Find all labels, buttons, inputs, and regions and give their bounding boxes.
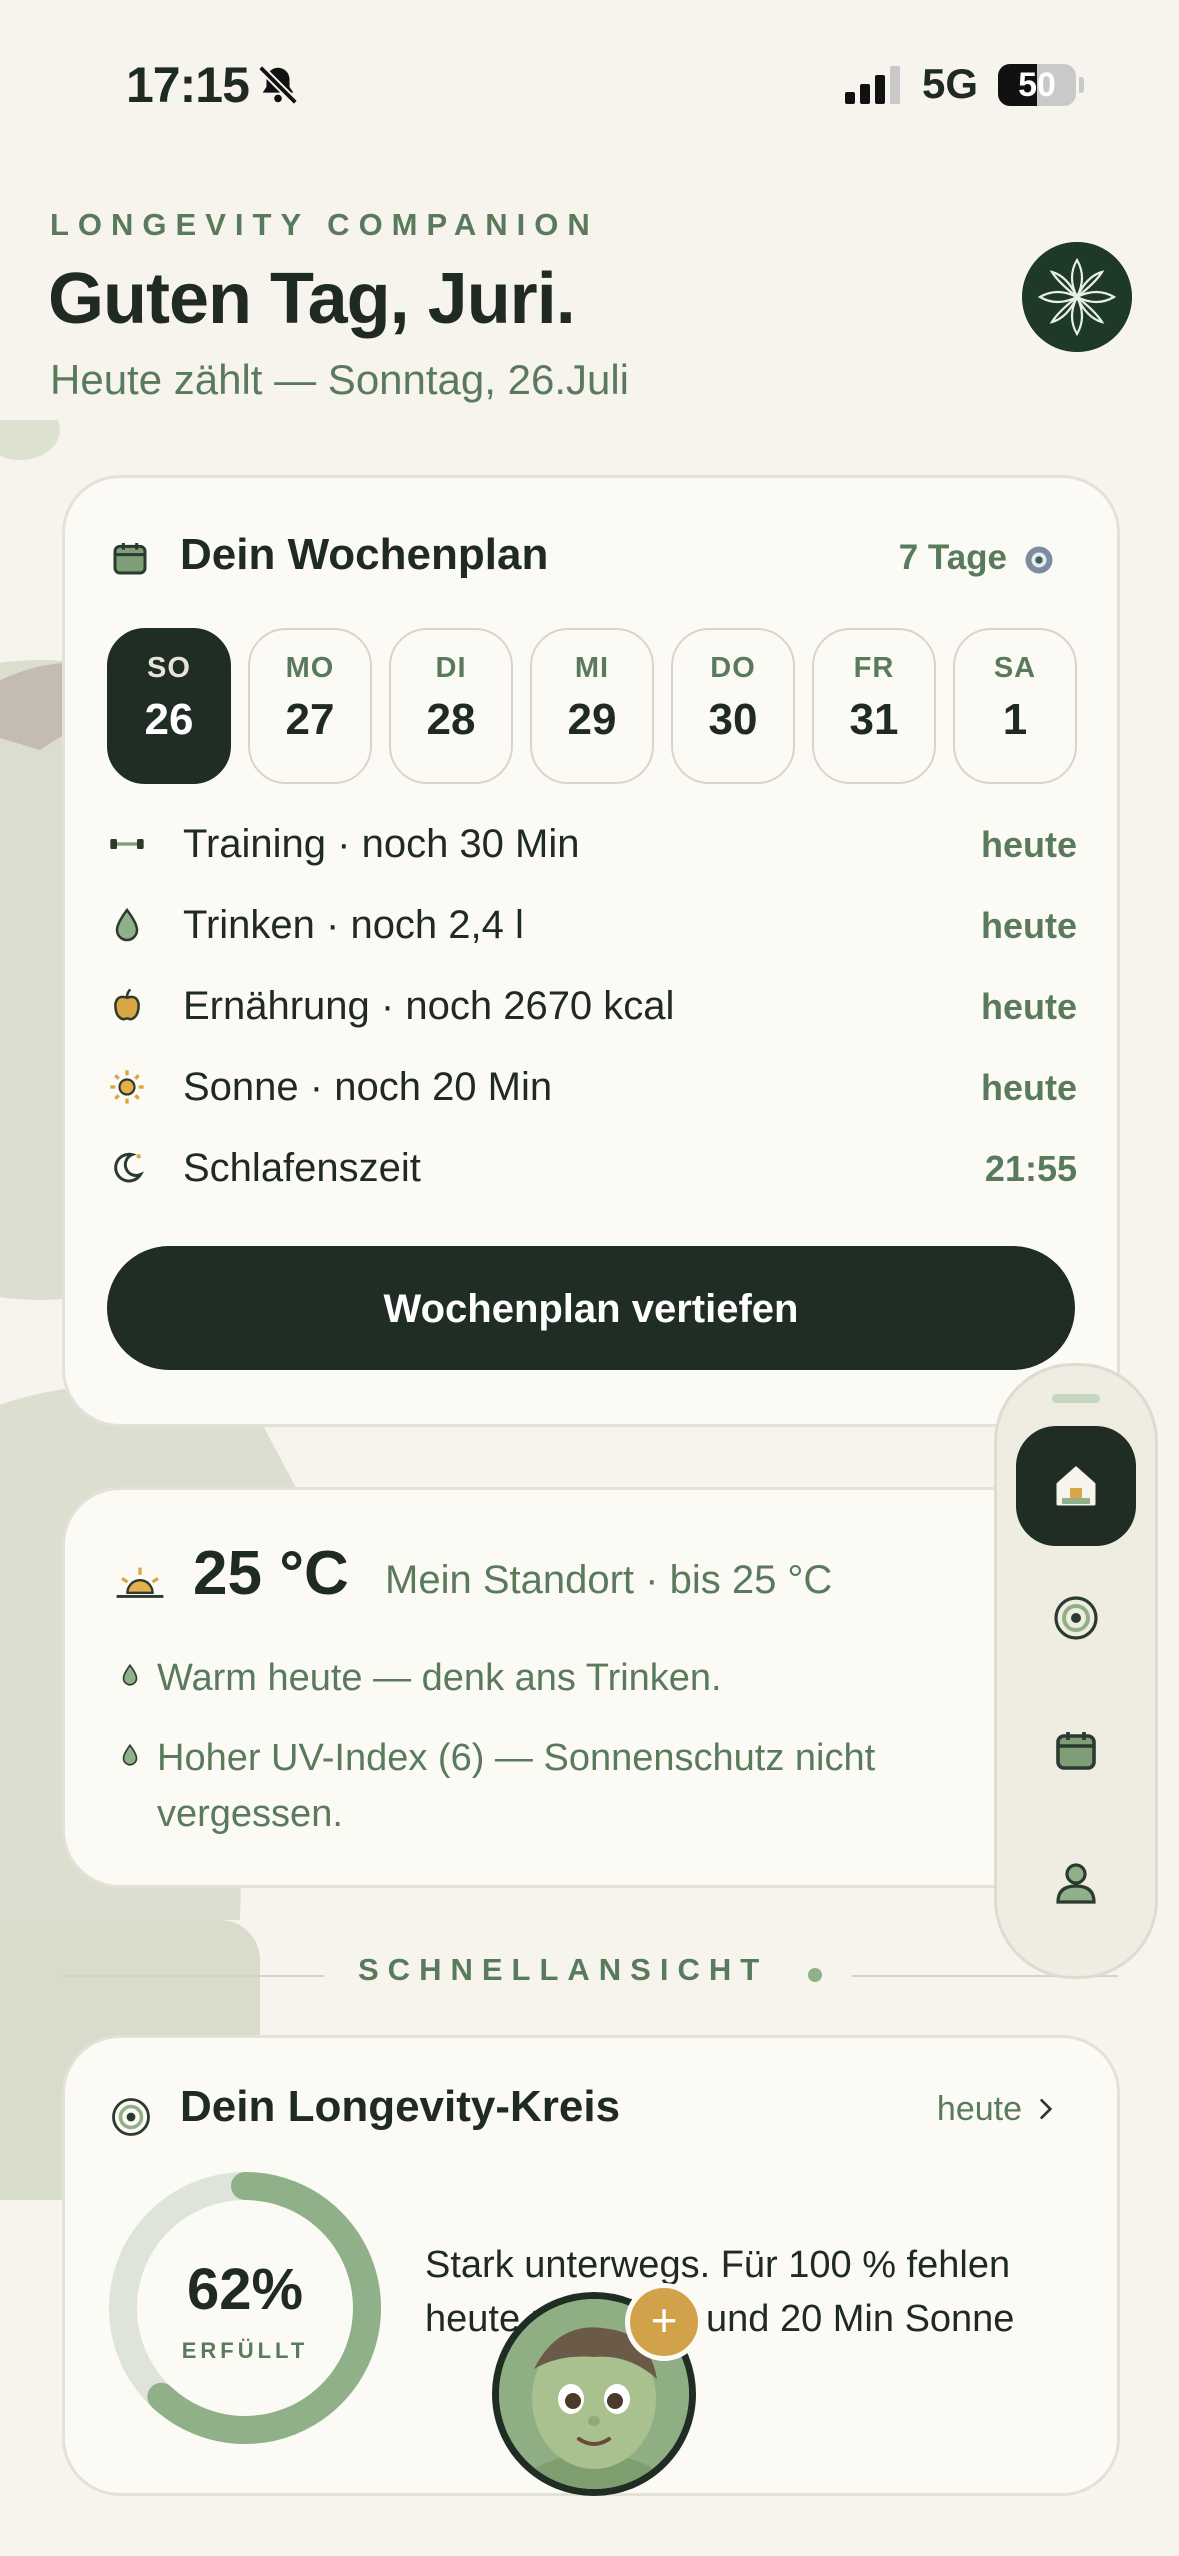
target-icon (112, 2098, 150, 2136)
days-badge-label: 7 Tage (898, 538, 1007, 577)
status-bar: 17:15 5G 50 (0, 0, 1179, 175)
home-icon (1056, 1466, 1096, 1506)
chevron-right-icon[interactable] (1033, 2094, 1059, 2124)
kreis-percent: 62% (186, 2257, 304, 2322)
plan-row-label: Ernährung · noch 2670 kcal (183, 984, 675, 1028)
battery-icon: 50 (998, 64, 1076, 106)
plan-row-label: Sonne · noch 20 Min (183, 1065, 553, 1109)
day-name: SA (993, 652, 1037, 684)
plan-row-trinken[interactable]: Trinken · noch 2,4 l heute (107, 897, 1077, 957)
calendar-icon (113, 543, 147, 575)
floating-side-nav (994, 1363, 1158, 1979)
moon-icon (114, 1152, 145, 1183)
kreis-title: Dein Longevity-Kreis (180, 2082, 621, 2131)
day-date: 1 (1002, 695, 1028, 744)
plan-row-value: heute (980, 986, 1077, 1027)
nav-home-button[interactable] (1016, 1426, 1136, 1546)
day-selector: SO 26 MO 27 DI 28 MI 29 DO 30 FR 31 SA 1 (107, 628, 1117, 788)
plan-row-schlafenszeit[interactable]: Schlafenszeit 21:55 (107, 1140, 1077, 1200)
day-name: DO (710, 652, 756, 684)
weather-temperature: 25 °C (193, 1539, 349, 1608)
drop-icon (122, 1663, 138, 1686)
day-name: MI (574, 652, 610, 684)
bell-muted-icon (258, 65, 298, 105)
day-chip[interactable]: SA 1 (953, 628, 1077, 784)
calendar-icon (1056, 1732, 1096, 1770)
kreis-today-link[interactable]: heute (937, 2090, 1022, 2129)
plan-row-value: heute (980, 824, 1077, 865)
network-label: 5G (922, 60, 979, 107)
weather-location: Mein Standort · bis 25 °C (385, 1558, 833, 1602)
day-date: 27 (285, 695, 335, 744)
weekplan-title: Dein Wochenplan (180, 530, 549, 579)
day-name: MO (285, 652, 335, 684)
weather-hint-text: Hoher UV-Index (6) — Sonnenschutz nicht … (157, 1737, 876, 1835)
app-eyebrow: LONGEVITY COMPANION (50, 207, 599, 242)
day-date: 30 (708, 695, 758, 744)
weather-hint: Hoher UV-Index (6) — Sonnenschutz nicht … (117, 1730, 1017, 1842)
weather-hint: Warm heute — denk ans Trinken. (117, 1650, 1017, 1706)
nav-calendar-button[interactable] (1016, 1690, 1136, 1810)
plan-row-label: Trinken · noch 2,4 l (183, 903, 524, 947)
add-companion-button[interactable]: + (625, 2283, 703, 2361)
day-name: SO (147, 652, 191, 684)
sunrise-icon (116, 1567, 164, 1598)
plan-row-value: 21:55 (984, 1148, 1077, 1189)
days-badge[interactable]: 7 Tage (899, 538, 1007, 578)
dumbbell-icon (110, 839, 144, 849)
plan-row-value: heute (980, 905, 1077, 946)
page-title: Guten Tag, Juri. (48, 259, 576, 339)
weekplan-deepen-button[interactable]: Wochenplan vertiefen (107, 1246, 1075, 1370)
weekplan-card: Dein Wochenplan 7 Tage SO 26 MO 27 DI 28… (62, 475, 1120, 1427)
battery-level: 50 (1018, 66, 1056, 104)
day-date: 29 (567, 695, 617, 744)
plan-row-training[interactable]: Training · noch 30 Min heute (107, 816, 1077, 876)
section-label: SCHNELLANSICHT (358, 1952, 769, 1987)
day-chip[interactable]: SO 26 (107, 628, 231, 784)
day-chip[interactable]: DO 30 (671, 628, 795, 784)
weather-hint-text: Warm heute — denk ans Trinken. (157, 1657, 722, 1699)
lotus-logo-icon[interactable] (1022, 242, 1132, 352)
day-name: FR (853, 652, 895, 684)
section-divider (62, 1975, 324, 1977)
section-dot (808, 1968, 822, 1982)
sun-icon (110, 1070, 144, 1104)
day-chip[interactable]: DI 28 (389, 628, 513, 784)
day-chip[interactable]: MO 27 (248, 628, 372, 784)
plan-row-label: Schlafenszeit (183, 1146, 421, 1190)
nav-profile-button[interactable] (1016, 1822, 1136, 1942)
day-chip[interactable]: MI 29 (530, 628, 654, 784)
day-date: 26 (144, 695, 194, 744)
signal-icon (845, 66, 900, 104)
weather-card: 25 °C Mein Standort · bis 25 °C Warm heu… (62, 1487, 1120, 1888)
apple-icon (114, 988, 140, 1021)
day-chip[interactable]: FR 31 (812, 628, 936, 784)
plan-row-ernaehrung[interactable]: Ernährung · noch 2670 kcal heute (107, 978, 1077, 1038)
nav-kreis-button[interactable] (1016, 1558, 1136, 1678)
profile-icon (1056, 1863, 1096, 1904)
day-date: 28 (426, 695, 476, 744)
plan-row-value: heute (980, 1067, 1077, 1108)
drop-icon (122, 1743, 138, 1766)
gear-icon[interactable] (1021, 542, 1057, 578)
status-time: 17:15 (126, 57, 250, 113)
date-subline: Heute zählt — Sonntag, 26.Juli (50, 356, 630, 403)
kreis-percent-label: ERFÜLLT (181, 2338, 309, 2363)
plan-row-sonne[interactable]: Sonne · noch 20 Min heute (107, 1059, 1077, 1119)
plan-row-label: Training · noch 30 Min (183, 822, 580, 866)
day-name: DI (435, 652, 467, 684)
target-icon (1054, 1596, 1098, 1640)
day-date: 31 (849, 695, 899, 744)
drop-icon (115, 907, 139, 942)
drag-handle[interactable] (1052, 1394, 1100, 1403)
